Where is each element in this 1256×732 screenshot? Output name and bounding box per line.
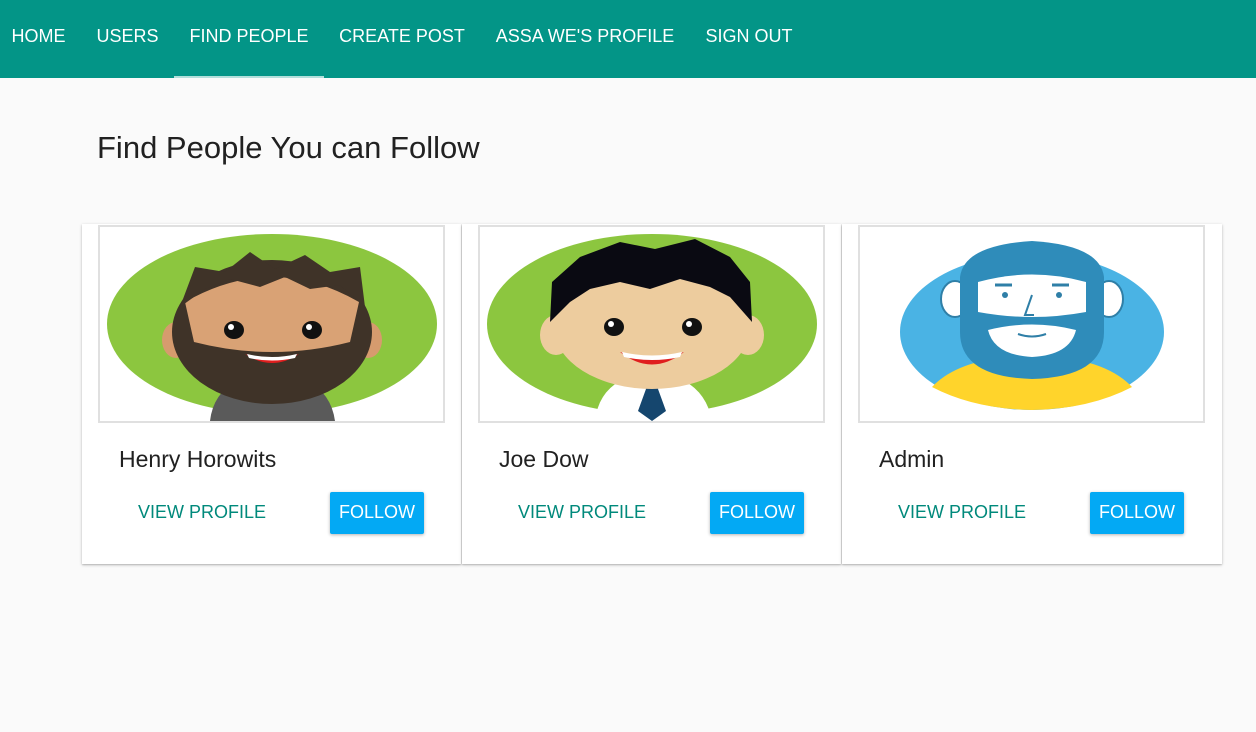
view-profile-button[interactable]: VIEW PROFILE xyxy=(518,502,646,526)
follow-button[interactable]: FOLLOW xyxy=(710,492,804,534)
nav-create-post[interactable]: CREATE POST xyxy=(324,0,480,78)
office-man-avatar-icon xyxy=(487,234,817,421)
person-card: Admin VIEW PROFILE FOLLOW xyxy=(842,224,1222,564)
card-avatar-frame xyxy=(478,225,825,423)
card-avatar-frame xyxy=(98,225,445,423)
nav-sign-out[interactable]: SIGN OUT xyxy=(690,0,808,78)
blue-bearded-avatar-icon xyxy=(900,241,1164,410)
nav-users[interactable]: USERS xyxy=(77,0,178,78)
view-profile-button[interactable]: VIEW PROFILE xyxy=(138,502,266,526)
person-card: Joe Dow VIEW PROFILE FOLLOW xyxy=(462,224,841,564)
bearded-man-avatar-icon xyxy=(107,234,437,421)
person-card: Henry Horowits VIEW PROFILE FOLLOW xyxy=(82,224,461,564)
person-name: Admin xyxy=(879,446,945,472)
page-title: Find People You can Follow xyxy=(97,130,480,165)
person-name: Joe Dow xyxy=(499,446,589,472)
follow-button[interactable]: FOLLOW xyxy=(1090,492,1184,534)
app-bar: HOME USERS FIND PEOPLE CREATE POST ASSA … xyxy=(0,0,1256,78)
nav-find-people[interactable]: FIND PEOPLE xyxy=(174,0,324,78)
view-profile-button[interactable]: VIEW PROFILE xyxy=(898,502,1026,526)
follow-button[interactable]: FOLLOW xyxy=(330,492,424,534)
nav-home[interactable]: HOME xyxy=(0,0,77,78)
nav-profile[interactable]: ASSA WE'S PROFILE xyxy=(480,0,690,78)
card-avatar-frame xyxy=(858,225,1205,423)
person-name: Henry Horowits xyxy=(119,446,277,472)
